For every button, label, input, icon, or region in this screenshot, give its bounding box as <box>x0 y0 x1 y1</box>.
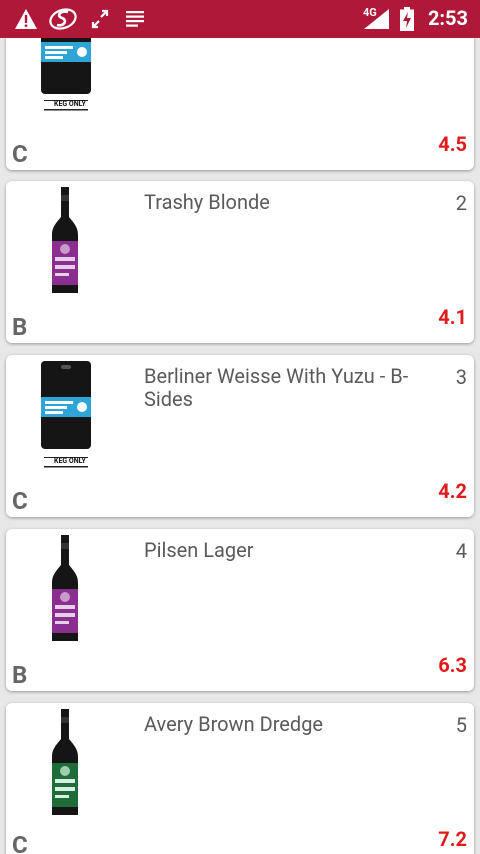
beer-name: Berliner Weisse With Yuzu - B-Sides <box>144 364 409 411</box>
warning-icon <box>15 9 37 29</box>
beer-grade: B <box>12 313 28 341</box>
beer-card[interactable]: KEG ONLY Berliner Weisse With Yuzu - B-S… <box>6 355 474 517</box>
battery-charging-icon <box>400 7 414 31</box>
beer-score: 7.2 <box>438 827 467 851</box>
beer-name: Pilsen Lager <box>144 538 254 562</box>
beer-card[interactable]: Avery Brown Dredge 5 C 7.2 <box>6 703 474 854</box>
beer-card[interactable]: Trashy Blonde 2 B 4.1 <box>6 181 474 343</box>
beer-rank: 2 <box>455 191 467 215</box>
beer-card[interactable]: Pilsen Lager 4 B 6.3 <box>6 529 474 691</box>
clock: 2:53 <box>427 6 468 30</box>
beer-grade: B <box>12 661 28 689</box>
beer-rank: 4 <box>455 539 467 563</box>
status-bar: 4G 2:53 <box>0 0 480 38</box>
keg-only-label: KEG ONLY <box>54 100 86 108</box>
beer-rank: 3 <box>455 365 467 389</box>
beer-score: 4.1 <box>438 305 467 329</box>
beer-card[interactable]: KEG ONLY C 4.5 <box>6 38 474 170</box>
signal-icon <box>364 9 389 29</box>
app-s-icon <box>49 8 77 30</box>
beer-score: 6.3 <box>438 653 467 677</box>
beer-score: 4.2 <box>438 479 467 503</box>
beer-grade: C <box>12 140 28 168</box>
bottle-icon <box>52 187 78 293</box>
beer-grade: C <box>12 831 28 854</box>
beer-rank: 5 <box>455 713 467 737</box>
sync-icon <box>91 9 109 29</box>
notes-icon <box>126 11 144 27</box>
bottle-icon <box>52 709 78 815</box>
beer-name: Trashy Blonde <box>144 190 270 214</box>
beer-list[interactable]: KEG ONLY C 4.5 Trashy Blonde 2 B 4.1 KEG… <box>0 38 480 854</box>
bottle-icon <box>52 535 78 641</box>
beer-grade: C <box>12 487 28 515</box>
beer-score: 4.5 <box>438 132 467 156</box>
beer-name: Avery Brown Dredge <box>144 712 324 736</box>
keg-only-label: KEG ONLY <box>54 457 86 465</box>
